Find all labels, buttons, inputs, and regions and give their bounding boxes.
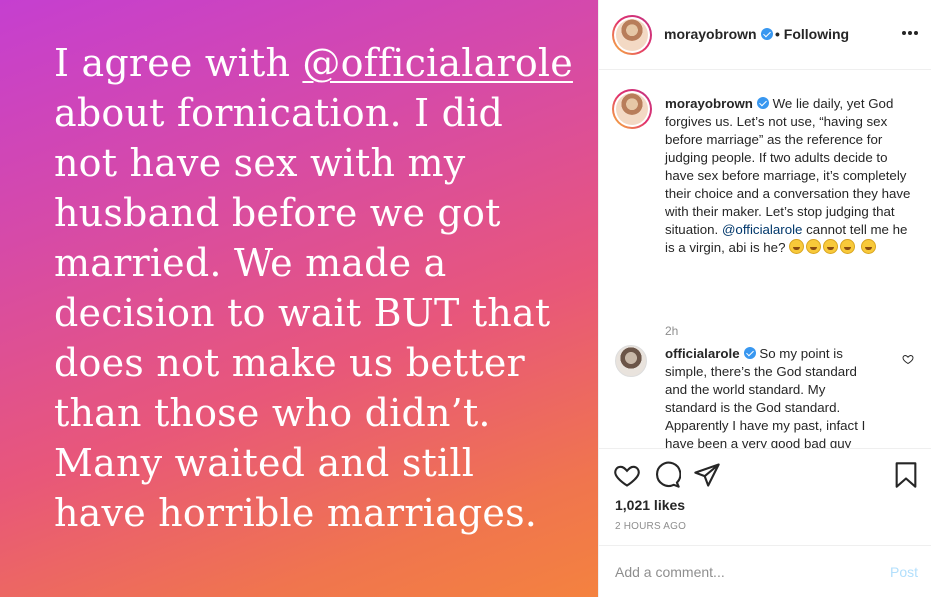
laughing-emoji-icon [840, 239, 856, 254]
header-avatar[interactable] [612, 15, 652, 55]
comment-bubble-icon[interactable] [653, 461, 681, 489]
like-comment-icon[interactable] [902, 353, 914, 365]
profile-photo-icon [616, 93, 648, 125]
comment-input[interactable] [615, 562, 875, 582]
post-actions: 1,021 likes 2 HOURS AGO Post [599, 448, 931, 596]
post-comment-button[interactable]: Post [890, 564, 918, 580]
story-text: I agree with @officialarole about fornic… [54, 41, 573, 535]
comments-list[interactable]: morayobrown We lie daily, yet God forgiv… [599, 71, 931, 448]
post-image[interactable]: I agree with @officialarole about fornic… [0, 0, 598, 597]
verified-badge-icon [760, 28, 773, 40]
verified-badge-icon [756, 97, 769, 109]
grinning-emoji-icon [806, 239, 822, 254]
commenter-avatar[interactable] [615, 345, 647, 377]
following-button[interactable]: • Following [775, 26, 849, 42]
more-options-icon[interactable] [902, 30, 918, 36]
profile-photo-icon [616, 19, 648, 51]
laughing-emoji-icon [823, 239, 839, 254]
verified-badge-icon [743, 347, 756, 359]
caption-time[interactable]: 2h [665, 324, 678, 338]
add-comment-bar: Post [599, 545, 931, 597]
post-timestamp[interactable]: 2 HOURS AGO [615, 521, 686, 532]
comment-text: officialarole So my point is simple, the… [665, 346, 866, 448]
header-username[interactable]: morayobrown [664, 26, 773, 42]
post-sidebar: morayobrown • Following morayobrown We l… [598, 0, 931, 597]
caption-avatar[interactable] [612, 89, 652, 129]
laughing-emoji-icon [860, 239, 876, 254]
share-send-icon[interactable] [693, 461, 721, 489]
like-count[interactable]: 1,021 likes [615, 497, 685, 513]
comment-username[interactable]: officialarole [665, 346, 740, 361]
grinning-emoji-icon [789, 239, 805, 254]
post-header: morayobrown • Following [599, 0, 931, 70]
caption-text: morayobrown We lie daily, yet God forgiv… [665, 96, 911, 255]
bookmark-save-icon[interactable] [892, 461, 920, 489]
caption-username[interactable]: morayobrown [665, 96, 753, 111]
story-mention: @officialarole [302, 41, 573, 85]
like-heart-icon[interactable] [613, 461, 641, 489]
caption-mention-link[interactable]: @officialarole [722, 222, 803, 237]
